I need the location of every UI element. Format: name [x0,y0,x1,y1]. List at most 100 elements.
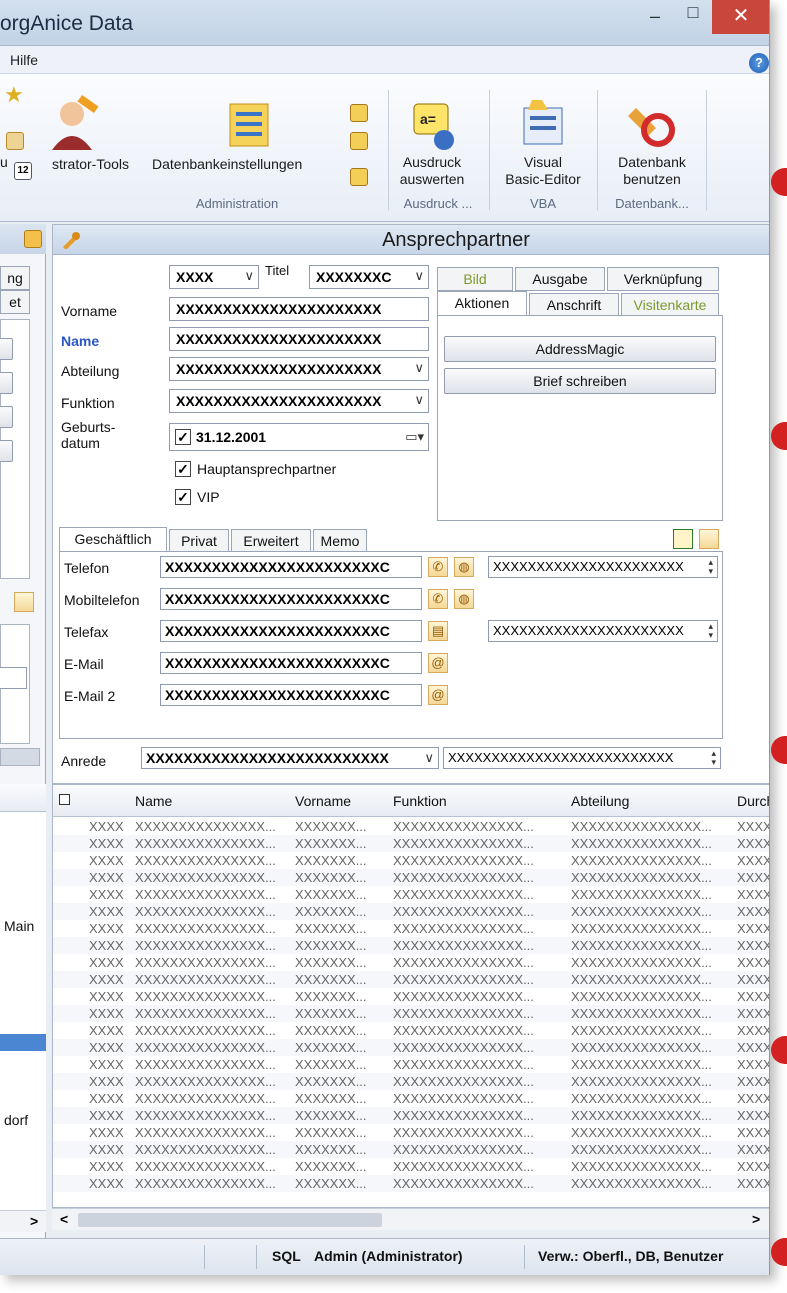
admin-tools-label[interactable]: strator-Tools [52,156,129,173]
edit-report-icon[interactable] [350,168,368,186]
tab-visitenkarte[interactable]: Visitenkarte [621,293,719,317]
close-button[interactable]: ✕ [712,0,769,34]
tab-ausgabe[interactable]: Ausgabe [515,267,605,291]
left-list-item[interactable]: Main [4,918,34,934]
db-use-label[interactable]: Datenbank benutzen [600,154,704,188]
name-field[interactable]: XXXXXXXXXXXXXXXXXXXXXX [169,327,429,351]
left-pane-button[interactable] [0,440,13,462]
tab-geschaeftlich[interactable]: Geschäftlich [59,527,167,551]
tab-privat[interactable]: Privat [169,529,229,553]
fax-icon[interactable]: ▤ [428,621,448,641]
tab-bild[interactable]: Bild [437,267,513,291]
print-evaluate-label[interactable]: Ausdruck auswerten [392,154,472,188]
table-row[interactable]: XXXX XXXXXXXXXXXXXXX... XXXXXXX... XXXXXXXX… [53,954,769,971]
database-settings-icon[interactable] [228,102,270,148]
col-abteilung[interactable]: Abteilung [571,793,629,809]
tab-verknuepfung[interactable]: Verknüpfung [607,267,719,291]
birthdate-field[interactable]: ✓ 31.12.2001 ▭▾ [169,423,429,451]
left-pane-button[interactable] [0,372,13,394]
import-icon[interactable] [699,529,719,549]
left-tab-1[interactable]: ng [0,266,30,290]
main-contact-checkbox[interactable]: ✓ [175,461,191,477]
left-pane-input[interactable] [0,667,27,689]
scroll-thumb[interactable] [78,1213,382,1227]
phone-extra-field[interactable]: XXXXXXXXXXXXXXXXXXXXXX ▴ ▾ [488,556,718,578]
visual-basic-editor-icon[interactable] [520,98,566,148]
mobile-field[interactable]: XXXXXXXXXXXXXXXXXXXXXXXC [160,588,422,610]
department-select[interactable]: XXXXXXXXXXXXXXXXXXXXXX ∨ [169,357,429,381]
col-vorname[interactable]: Vorname [295,793,351,809]
clipboard-icon[interactable] [6,132,24,150]
col-funktion[interactable]: Funktion [393,793,447,809]
table-row[interactable]: XXXX XXXXXXXXXXXXXXX... XXXXXXX... XXXXXXXX… [53,920,769,937]
left-tab-2[interactable]: et [0,290,30,314]
table-row[interactable]: XXXX XXXXXXXXXXXXXXX... XXXXXXX... XXXXXXXX… [53,886,769,903]
db-settings-label[interactable]: Datenbankeinstellungen [152,156,302,173]
salutation-select[interactable]: XXXX ∨ [169,265,259,289]
email-field[interactable]: XXXXXXXXXXXXXXXXXXXXXXXC [160,652,422,674]
table-row[interactable]: XXXX XXXXXXXXXXXXXXX... XXXXXXX... XXXXXXXX… [53,1124,769,1141]
left-pane-button[interactable] [0,406,13,428]
use-database-icon[interactable] [628,100,676,148]
print-evaluate-icon[interactable]: a= [410,102,460,152]
left-list-item[interactable]: dorf [4,1112,28,1128]
spinner-icon[interactable]: ▴ ▾ [708,622,713,640]
phone-icon[interactable]: ✆ [428,557,448,577]
table-row[interactable]: XXXX XXXXXXXXXXXXXXX... XXXXXXX... XXXXXXXX… [53,1107,769,1124]
administrator-tools-icon[interactable] [44,94,100,150]
table-row[interactable]: XXXX XXXXXXXXXXXXXXX... XXXXXXX... XXXXXXXX… [53,1005,769,1022]
anrede-extra-field[interactable]: XXXXXXXXXXXXXXXXXXXXXXXXXX ▴ ▾ [443,747,721,769]
birthdate-checkbox[interactable]: ✓ [175,429,191,445]
table-row[interactable]: XXXX XXXXXXXXXXXXXXX... XXXXXXX... XXXXXXXX… [53,1141,769,1158]
left-pane-tool-icon[interactable] [14,592,34,612]
help-icon[interactable]: ? [749,53,769,73]
firstname-field[interactable]: XXXXXXXXXXXXXXXXXXXXXX [169,297,429,321]
email-at-icon[interactable]: @ [428,685,448,705]
table-row[interactable]: XXXX XXXXXXXXXXXXXXX... XXXXXXX... XXXXXXXX… [53,869,769,886]
left-pane-button[interactable] [0,338,13,360]
table-row[interactable]: XXXX XXXXXXXXXXXXXXX... XXXXXXX... XXXXXXXX… [53,1022,769,1039]
tab-memo[interactable]: Memo [313,529,367,553]
write-letter-button[interactable]: Brief schreiben [444,368,716,394]
calendar-icon[interactable]: 12 [14,162,32,180]
table-row[interactable]: XXXX XXXXXXXXXXXXXXX... XXXXXXX... XXXXXXXX… [53,835,769,852]
email2-field[interactable]: XXXXXXXXXXXXXXXXXXXXXXXC [160,684,422,706]
table-row[interactable]: XXXX XXXXXXXXXXXXXXX... XXXXXXX... XXXXXXXX… [53,1039,769,1056]
spinner-icon[interactable]: ▴ ▾ [708,558,713,576]
anrede-select[interactable]: XXXXXXXXXXXXXXXXXXXXXXXXXX ∨ [141,747,439,769]
table-row[interactable]: XXXX XXXXXXXXXXXXXXX... XXXXXXX... XXXXXXXX… [53,988,769,1005]
left-scrollbar[interactable]: > [0,1210,46,1232]
scroll-right-arrow[interactable]: > [752,1211,760,1227]
table-row[interactable]: XXXX XXXXXXXXXXXXXXX... XXXXXXX... XXXXXXXX… [53,1090,769,1107]
table-row[interactable]: XXXX XXXXXXXXXXXXXXX... XXXXXXX... XXXXXXXX… [53,852,769,869]
phone-field[interactable]: XXXXXXXXXXXXXXXXXXXXXXXC [160,556,422,578]
vba-label[interactable]: Visual Basic-Editor [494,154,592,188]
minimize-button[interactable]: – [640,6,670,34]
grid-horizontal-scrollbar[interactable]: < > [52,1208,769,1230]
table-row[interactable]: XXXX XXXXXXXXXXXXXXX... XXXXXXX... XXXXXXXX… [53,1073,769,1090]
edit-list-icon[interactable] [350,132,368,150]
title-select[interactable]: XXXXXXXC ∨ [309,265,429,289]
vip-checkbox[interactable]: ✓ [175,489,191,505]
email-at-icon[interactable]: @ [428,653,448,673]
tab-anschrift[interactable]: Anschrift [529,293,619,317]
edit-form-icon[interactable] [350,104,368,122]
scroll-left-arrow[interactable]: < [60,1211,68,1227]
table-row[interactable]: XXXX XXXXXXXXXXXXXXX... XXXXXXX... XXXXXXXX… [53,1175,769,1192]
left-list-selected-row[interactable] [0,1034,46,1051]
scroll-right-arrow[interactable]: > [30,1213,38,1229]
dial-icon[interactable]: ◍ [454,589,474,609]
phone-icon[interactable]: ✆ [428,589,448,609]
tab-aktionen[interactable]: Aktionen [437,291,527,315]
list-icon[interactable] [24,230,42,248]
fax-extra-field[interactable]: XXXXXXXXXXXXXXXXXXXXXX ▴ ▾ [488,620,718,642]
star-icon[interactable]: ★ [4,82,24,108]
calendar-dropdown-icon[interactable]: ▭▾ [405,429,424,445]
addressmagic-button[interactable]: AddressMagic [444,336,716,362]
table-row[interactable]: XXXX XXXXXXXXXXXXXXX... XXXXXXX... XXXXXXXX… [53,903,769,920]
col-durch[interactable]: Durch [737,793,769,809]
table-row[interactable]: XXXX XXXXXXXXXXXXXXX... XXXXXXX... XXXXXXXX… [53,971,769,988]
maximize-button[interactable]: □ [678,2,708,30]
spinner-icon[interactable]: ▴ ▾ [711,749,716,767]
select-all-checkbox[interactable] [59,794,70,805]
